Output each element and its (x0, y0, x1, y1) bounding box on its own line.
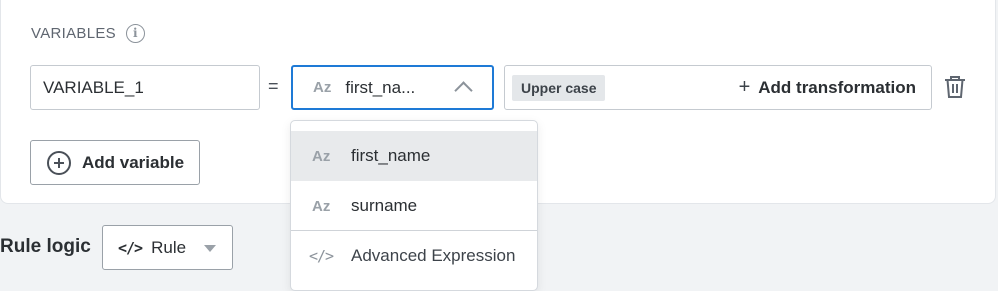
add-variable-button[interactable]: Add variable (30, 140, 200, 185)
code-icon: </> (309, 247, 334, 265)
trash-icon[interactable] (944, 75, 966, 99)
text-type-icon: Az (312, 147, 331, 165)
info-icon[interactable]: i (125, 23, 145, 43)
text-type-icon: Az (313, 79, 332, 96)
add-transformation-label: Add transformation (758, 77, 916, 97)
variable-source-value: first_na... (345, 77, 416, 97)
dropdown-option-surname[interactable]: Az surname (291, 181, 537, 231)
variable-source-select[interactable]: Az first_na... (291, 65, 494, 110)
dropdown-option-label: Advanced Expression (351, 246, 516, 265)
dropdown-option-first-name[interactable]: Az first_name (291, 131, 537, 181)
variable-name-input[interactable]: VARIABLE_1 (30, 65, 260, 110)
equals-operator: = (268, 76, 279, 96)
variable-name-value: VARIABLE_1 (43, 77, 144, 97)
variables-section-title: VARIABLES i (31, 22, 145, 44)
caret-down-icon (204, 245, 216, 252)
source-dropdown-menu: Az first_name Az surname </> Advanced Ex… (290, 120, 538, 291)
plus-icon: + (738, 76, 751, 98)
code-icon: </> (118, 238, 143, 257)
rule-logic-label: Rule logic (0, 236, 91, 257)
add-variable-label: Add variable (82, 152, 185, 172)
rule-logic-value: Rule (151, 237, 187, 257)
dropdown-option-advanced-expression[interactable]: </> Advanced Expression (291, 231, 537, 281)
chevron-up-icon (454, 81, 473, 100)
text-type-icon: Az (312, 197, 331, 215)
transformations-field[interactable]: Upper case + Add transformation (504, 65, 932, 110)
transformation-chip-upper-case[interactable]: Upper case (512, 75, 606, 101)
plus-circle-icon (47, 150, 71, 175)
dropdown-option-label: first_name (351, 146, 431, 165)
dropdown-option-label: surname (351, 196, 418, 215)
add-transformation-button[interactable]: + Add transformation (739, 66, 916, 109)
variables-title-text: VARIABLES (31, 24, 116, 42)
rule-logic-select[interactable]: </> Rule (102, 225, 233, 270)
